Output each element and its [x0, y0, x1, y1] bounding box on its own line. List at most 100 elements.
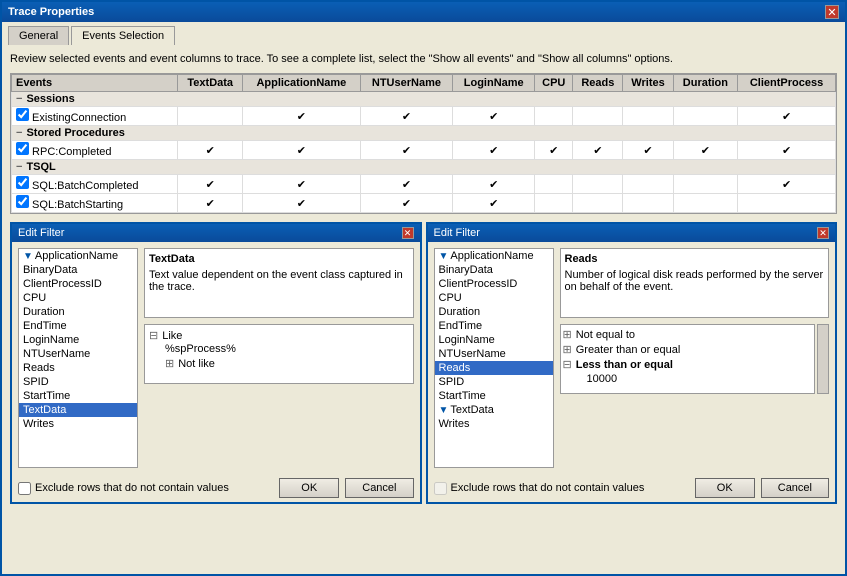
edit-filter-2-title-bar: Edit Filter ✕	[428, 224, 836, 242]
list-item[interactable]: NTUserName	[435, 347, 553, 361]
list-item-reads-selected[interactable]: Reads	[435, 361, 553, 375]
list-item[interactable]: ▼ApplicationName	[435, 249, 553, 263]
cell-clientprocess[interactable]: ✔	[738, 107, 836, 126]
list-item-selected[interactable]: TextData	[19, 403, 137, 417]
ef2-list[interactable]: ▼ApplicationName BinaryData ClientProces…	[434, 248, 554, 468]
cell-writes[interactable]	[623, 175, 673, 194]
background-text: 8d6-b1/Pe072-S1/Pa	[8, 520, 36, 564]
cell-duration[interactable]	[673, 107, 737, 126]
cell-writes[interactable]	[623, 194, 673, 213]
row-checkbox[interactable]	[16, 195, 29, 208]
list-item[interactable]: BinaryData	[435, 263, 553, 277]
list-item[interactable]: BinaryData	[19, 263, 137, 277]
filter-scrollbar[interactable]	[817, 324, 829, 394]
cell-loginname[interactable]: ✔	[453, 194, 535, 213]
greater-label: Greater than or equal	[576, 344, 681, 356]
list-item[interactable]: ClientProcessID	[435, 277, 553, 291]
cell-ntusername[interactable]: ✔	[360, 141, 453, 160]
list-item[interactable]: Duration	[435, 305, 553, 319]
funnel-icon: ▼	[439, 405, 449, 416]
list-item[interactable]: Reads	[19, 361, 137, 375]
cell-clientprocess[interactable]	[738, 194, 836, 213]
expand-icon-2[interactable]: ⊞	[165, 357, 174, 370]
list-item[interactable]: Writes	[435, 417, 553, 431]
ef1-cancel-button[interactable]: Cancel	[345, 478, 413, 498]
cell-reads[interactable]	[573, 194, 623, 213]
cell-reads[interactable]	[573, 107, 623, 126]
cell-reads[interactable]: ✔	[573, 141, 623, 160]
list-item[interactable]: EndTime	[435, 319, 553, 333]
cell-duration[interactable]: ✔	[673, 141, 737, 160]
row-checkbox[interactable]	[16, 142, 29, 155]
cell-ntusername[interactable]: ✔	[360, 194, 453, 213]
cell-loginname[interactable]: ✔	[453, 107, 535, 126]
cell-appname[interactable]: ✔	[243, 175, 360, 194]
cell-cpu[interactable]	[535, 175, 573, 194]
list-item[interactable]: StartTime	[435, 389, 553, 403]
ef2-cancel-button[interactable]: Cancel	[761, 478, 829, 498]
cell-reads[interactable]	[573, 175, 623, 194]
edit-filter-1-close-button[interactable]: ✕	[402, 227, 414, 239]
filter-item-greater: ⊞ Greater than or equal	[563, 342, 813, 357]
cell-loginname[interactable]: ✔	[453, 141, 535, 160]
window-close-button[interactable]: ✕	[825, 5, 839, 19]
ef2-exclude-checkbox[interactable]	[434, 482, 447, 495]
cell-writes[interactable]: ✔	[623, 141, 673, 160]
cell-ntusername[interactable]: ✔	[360, 175, 453, 194]
list-item[interactable]: ▼ApplicationName	[19, 249, 137, 263]
funnel-icon: ▼	[23, 251, 33, 262]
cell-appname[interactable]: ✔	[243, 107, 360, 126]
cell-writes[interactable]	[623, 107, 673, 126]
cell-clientprocess[interactable]: ✔	[738, 175, 836, 194]
expand-plus-icon[interactable]: ⊞	[563, 328, 572, 341]
ef1-list-section: ▼ApplicationName BinaryData ClientProces…	[18, 248, 138, 468]
ef2-right-section: Reads Number of logical disk reads perfo…	[560, 248, 830, 468]
list-item[interactable]: ▼TextData	[435, 403, 553, 417]
row-checkbox[interactable]	[16, 108, 29, 121]
list-item[interactable]: StartTime	[19, 389, 137, 403]
ef1-filter-header: ⊟ Like	[149, 329, 409, 342]
expand-minus-icon[interactable]: ⊟	[563, 358, 572, 371]
cell-cpu[interactable]	[535, 107, 573, 126]
cell-appname[interactable]: ✔	[243, 194, 360, 213]
ef1-footer: Exclude rows that do not contain values …	[12, 474, 420, 502]
list-item[interactable]: Writes	[19, 417, 137, 431]
row-checkbox[interactable]	[16, 176, 29, 189]
list-item[interactable]: LoginName	[19, 333, 137, 347]
cell-clientprocess[interactable]: ✔	[738, 141, 836, 160]
tab-general[interactable]: General	[8, 26, 69, 45]
cell-cpu[interactable]	[535, 194, 573, 213]
ef1-ok-button[interactable]: OK	[279, 478, 339, 498]
expand-plus-icon-2[interactable]: ⊞	[563, 343, 572, 356]
list-item[interactable]: SPID	[19, 375, 137, 389]
cell-appname[interactable]: ✔	[243, 141, 360, 160]
list-item[interactable]: CPU	[19, 291, 137, 305]
ef1-exclude-checkbox[interactable]	[18, 482, 31, 495]
list-item[interactable]: NTUserName	[19, 347, 137, 361]
col-ntusername: NTUserName	[360, 75, 453, 92]
cell-textdata[interactable]	[178, 107, 243, 126]
tab-events-selection[interactable]: Events Selection	[71, 26, 175, 45]
expand-icon[interactable]: ⊟	[149, 329, 158, 342]
cell-ntusername[interactable]: ✔	[360, 107, 453, 126]
cell-cpu[interactable]: ✔	[535, 141, 573, 160]
list-item[interactable]: ClientProcessID	[19, 277, 137, 291]
edit-filter-2-title: Edit Filter	[434, 227, 480, 239]
cell-duration[interactable]	[673, 175, 737, 194]
ef1-list[interactable]: ▼ApplicationName BinaryData ClientProces…	[18, 248, 138, 468]
col-appname: ApplicationName	[243, 75, 360, 92]
ef1-desc-box: TextData Text value dependent on the eve…	[144, 248, 414, 318]
ef2-filter-list[interactable]: ⊞ Not equal to ⊞ Greater than or equal ⊟…	[560, 324, 816, 394]
cell-duration[interactable]	[673, 194, 737, 213]
list-item[interactable]: CPU	[435, 291, 553, 305]
list-item[interactable]: LoginName	[435, 333, 553, 347]
cell-textdata[interactable]: ✔	[178, 141, 243, 160]
cell-textdata[interactable]: ✔	[178, 194, 243, 213]
cell-textdata[interactable]: ✔	[178, 175, 243, 194]
list-item[interactable]: EndTime	[19, 319, 137, 333]
edit-filter-2-close-button[interactable]: ✕	[817, 227, 829, 239]
list-item[interactable]: SPID	[435, 375, 553, 389]
list-item[interactable]: Duration	[19, 305, 137, 319]
cell-loginname[interactable]: ✔	[453, 175, 535, 194]
ef2-ok-button[interactable]: OK	[695, 478, 755, 498]
